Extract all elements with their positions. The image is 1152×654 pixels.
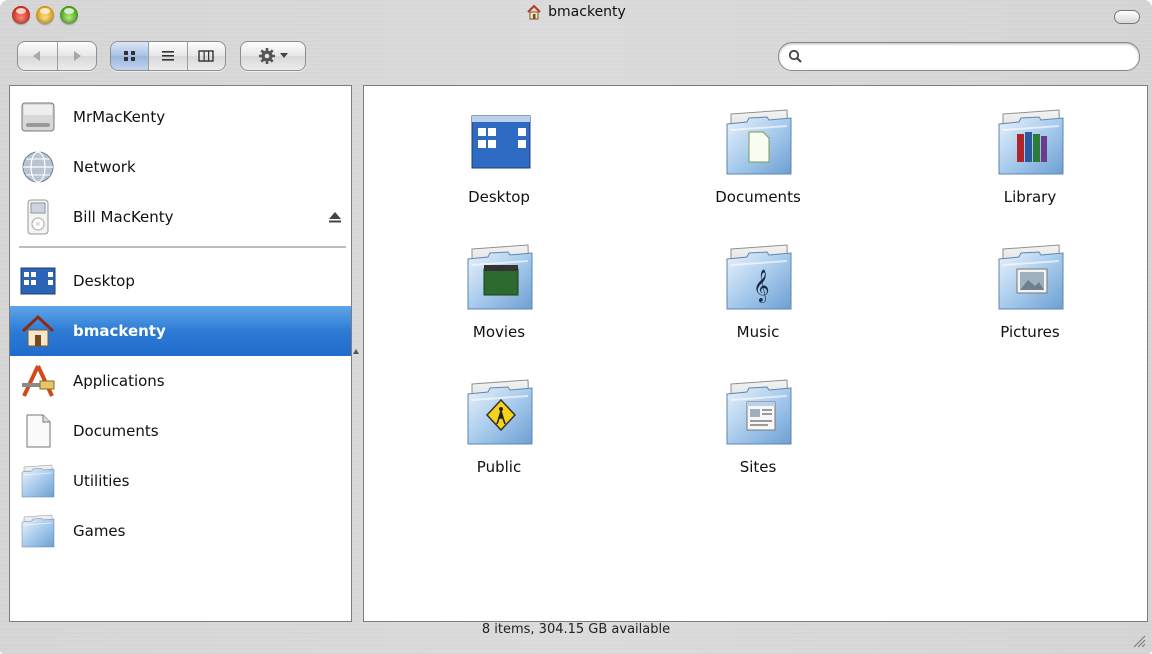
folder-icon xyxy=(20,513,56,549)
search-field[interactable] xyxy=(778,42,1140,71)
search-icon xyxy=(788,49,802,63)
forward-button[interactable] xyxy=(58,42,97,70)
sidebar-item-bill-mackenty[interactable]: Bill MacKenty xyxy=(10,192,351,242)
item-label: Music xyxy=(736,323,780,341)
column-view-icon xyxy=(198,50,215,62)
item-movies[interactable]: Movies xyxy=(419,231,579,341)
list-view-button[interactable] xyxy=(149,42,188,70)
list-view-icon xyxy=(161,51,174,61)
item-public[interactable]: Public xyxy=(419,366,579,476)
sidebar-item-label: Applications xyxy=(73,372,165,390)
home-icon xyxy=(21,314,55,347)
item-music[interactable]: 𝄞 Music xyxy=(678,231,838,341)
back-arrow-icon xyxy=(33,51,41,61)
sidebar-divider xyxy=(19,246,346,248)
sidebar-item-mrmackenty[interactable]: MrMacKenty xyxy=(10,92,351,142)
home-icon xyxy=(527,4,541,20)
item-label: Sites xyxy=(739,458,777,476)
sidebar-item-label: Bill MacKenty xyxy=(73,208,174,226)
music-folder-icon: 𝄞 xyxy=(723,243,795,311)
desktop-icon xyxy=(20,267,56,295)
action-menu-button[interactable] xyxy=(240,41,306,71)
splitter-handle[interactable] xyxy=(353,348,359,356)
resize-grip-icon[interactable] xyxy=(1130,632,1146,648)
search-input[interactable] xyxy=(809,47,1133,67)
icon-view-area: Desktop Documents Library Movies 𝄞 Music… xyxy=(363,85,1148,622)
pictures-folder-icon xyxy=(995,243,1067,311)
documents-folder-icon xyxy=(723,108,795,176)
item-sites[interactable]: Sites xyxy=(678,366,838,476)
sidebar-item-label: bmackenty xyxy=(73,322,166,340)
gear-icon xyxy=(259,48,275,64)
sidebar-item-utilities[interactable]: Utilities xyxy=(10,456,351,506)
item-label: Documents xyxy=(715,188,801,206)
public-folder-icon xyxy=(464,378,536,446)
sidebar: MrMacKenty Network Bill MacKenty Desktop… xyxy=(9,85,352,622)
sidebar-item-label: MrMacKenty xyxy=(73,108,166,126)
sidebar-item-games[interactable]: Games xyxy=(10,506,351,556)
item-label: Pictures xyxy=(1000,323,1060,341)
toolbar-toggle-button[interactable] xyxy=(1114,10,1140,24)
item-label: Public xyxy=(476,458,522,476)
sites-folder-icon xyxy=(723,378,795,446)
sidebar-item-label: Utilities xyxy=(73,472,130,490)
sidebar-item-label: Documents xyxy=(73,422,159,440)
sidebar-item-documents[interactable]: Documents xyxy=(10,406,351,456)
view-mode-control xyxy=(110,41,226,71)
sidebar-item-desktop[interactable]: Desktop xyxy=(10,256,351,306)
sidebar-item-label: Desktop xyxy=(73,272,135,290)
svg-text:𝄞: 𝄞 xyxy=(753,269,770,303)
status-bar-text: 8 items, 304.15 GB available xyxy=(481,622,671,637)
icon-view-icon xyxy=(123,51,135,61)
library-folder-icon xyxy=(995,108,1067,176)
item-documents[interactable]: Documents xyxy=(678,96,838,206)
sidebar-item-label: Network xyxy=(73,158,136,176)
chevron-down-icon xyxy=(280,53,288,58)
item-label: Movies xyxy=(472,323,526,341)
window-title: bmackenty xyxy=(0,4,1152,20)
applications-icon xyxy=(22,365,55,397)
sidebar-item-applications[interactable]: Applications xyxy=(10,356,351,406)
network-globe-icon xyxy=(22,151,54,183)
eject-icon[interactable] xyxy=(328,210,342,224)
window-title-text: bmackenty xyxy=(548,4,626,20)
sidebar-item-label: Games xyxy=(73,522,126,540)
ipod-icon xyxy=(27,199,49,235)
folder-icon xyxy=(20,463,56,499)
back-forward-control xyxy=(17,41,97,71)
movies-folder-icon xyxy=(464,243,536,311)
forward-arrow-icon xyxy=(73,51,81,61)
finder-window: bmackenty MrMacKenty Network Bill MacKen… xyxy=(0,0,1152,654)
item-pictures[interactable]: Pictures xyxy=(950,231,1110,341)
item-desktop[interactable]: Desktop xyxy=(419,96,579,206)
back-button[interactable] xyxy=(18,42,58,70)
icon-view-button[interactable] xyxy=(111,42,150,70)
sidebar-item-network[interactable]: Network xyxy=(10,142,351,192)
desktop-folder-icon xyxy=(471,115,531,169)
hard-drive-icon xyxy=(21,102,55,132)
column-view-button[interactable] xyxy=(188,42,225,70)
sidebar-item-bmackenty[interactable]: bmackenty xyxy=(10,306,351,356)
item-label: Desktop xyxy=(468,188,530,206)
item-library[interactable]: Library xyxy=(950,96,1110,206)
document-icon xyxy=(26,414,51,448)
item-label: Library xyxy=(1003,188,1057,206)
